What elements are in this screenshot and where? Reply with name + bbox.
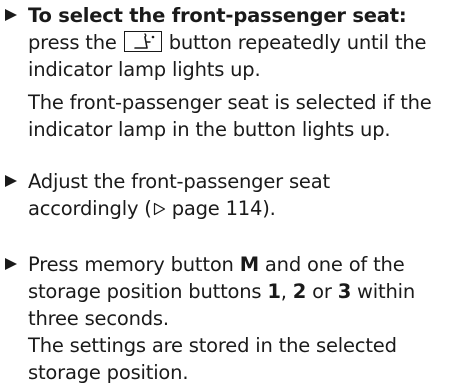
front-passenger-seat-icon: [133, 33, 154, 49]
instruction-text-before: press the: [28, 31, 117, 54]
triangle-right-outline-icon: [153, 202, 165, 216]
storage-position-2: 2: [292, 280, 307, 303]
memory-line-3: three seconds.: [28, 307, 169, 330]
instruction-line-2: indicator lamp lights up.: [28, 58, 261, 81]
adjust-text-before: accordingly (: [28, 197, 152, 220]
memory-line-2: storage position buttons 1, 2 or 3 withi…: [28, 278, 415, 305]
step-instruction: press the button repeatedly until the: [28, 29, 426, 56]
separator-1: ,: [280, 280, 293, 303]
storage-position-3: 3: [337, 280, 352, 303]
memory-button-label: M: [239, 253, 259, 276]
step-heading: To select the front-passenger seat:: [28, 4, 407, 27]
result-line-1: The front-passenger seat is selected if …: [28, 91, 432, 114]
storage-position-1: 1: [267, 280, 281, 303]
memory-line-1: Press memory button M and one of the: [28, 251, 405, 278]
page-reference: page 114).: [165, 197, 276, 220]
memory-text-after: and one of the: [258, 253, 405, 276]
adjust-line-2: accordingly ( page 114).: [28, 195, 276, 222]
storage-text-before: storage position buttons: [28, 280, 268, 303]
triangle-right-filled-icon: [5, 175, 17, 187]
triangle-right-filled-icon: [5, 258, 17, 270]
result-line-2: indicator lamp in the button lights up.: [28, 118, 391, 141]
adjust-line-1: Adjust the front-passenger seat: [28, 170, 330, 193]
memory-result-line-2: storage position.: [28, 361, 189, 384]
storage-text-after: within: [351, 280, 416, 303]
triangle-right-filled-icon: [5, 9, 17, 21]
separator-2: or: [306, 280, 338, 303]
instruction-page: To select the front-passenger seat: pres…: [0, 0, 463, 384]
memory-result-line-1: The settings are stored in the selected: [28, 334, 397, 357]
instruction-text-after: button repeatedly until the: [168, 31, 427, 54]
memory-text-before: Press memory button: [28, 253, 240, 276]
front-passenger-seat-button: [123, 31, 162, 52]
